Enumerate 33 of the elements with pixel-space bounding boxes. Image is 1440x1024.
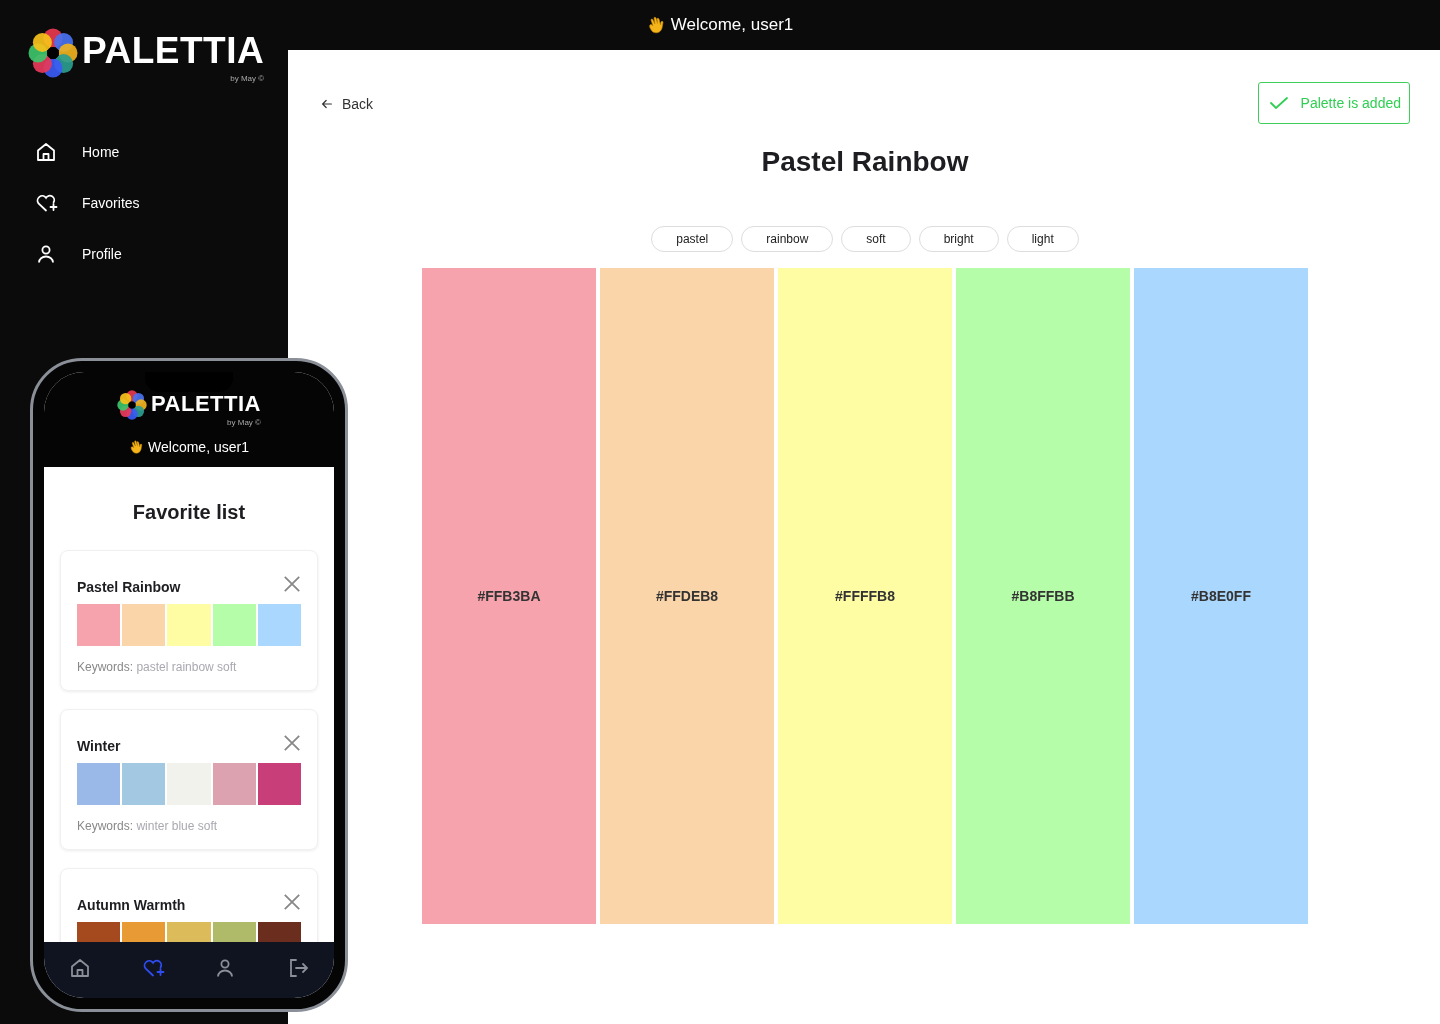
welcome-text: Welcome, user1 bbox=[148, 439, 249, 455]
brand-name: PALETTIA bbox=[151, 390, 261, 418]
home-icon bbox=[34, 140, 58, 164]
palette-name: Winter bbox=[77, 738, 121, 754]
sidebar-item[interactable]: Profile bbox=[28, 242, 128, 266]
flower-logo-icon bbox=[117, 390, 148, 420]
close-icon[interactable] bbox=[283, 575, 301, 593]
palette-name: Pastel Rainbow bbox=[77, 579, 181, 595]
brand-byline: by May © bbox=[227, 418, 261, 427]
sidebar-item[interactable]: Home bbox=[28, 140, 126, 164]
flower-logo-icon bbox=[28, 28, 78, 78]
keywords-text: winter blue soft bbox=[136, 819, 218, 833]
back-link[interactable]: Back bbox=[320, 96, 374, 112]
keywords-label: Keywords: bbox=[77, 819, 134, 833]
hex-code: #FFDEB8 bbox=[655, 588, 719, 604]
hex-code: #FFFFB8 bbox=[835, 588, 895, 604]
welcome-text: Welcome, user1 bbox=[670, 15, 794, 35]
palette-name: Autumn Warmth bbox=[77, 897, 186, 913]
hex-code: #B8FFBB bbox=[1011, 588, 1075, 604]
keywords-text: pastel rainbow soft bbox=[136, 660, 237, 674]
close-icon[interactable] bbox=[283, 893, 301, 911]
hex-code: #B8E0FF bbox=[1191, 588, 1251, 604]
success-toast: Palette is added bbox=[1257, 82, 1410, 124]
palette-title: Pastel Rainbow bbox=[761, 146, 969, 178]
hex-code: #FFB3BA bbox=[477, 588, 541, 604]
waving-hand-icon bbox=[646, 15, 667, 35]
keywords-label: Keywords: bbox=[77, 660, 134, 674]
close-icon[interactable] bbox=[283, 734, 301, 752]
brand-name: PALETTIA bbox=[82, 29, 265, 73]
back-arrow-icon bbox=[320, 97, 334, 111]
brand-byline: by May © bbox=[230, 74, 265, 84]
sidebar-item[interactable]: Favorites bbox=[28, 191, 146, 215]
favorites-heading: Favorite list bbox=[131, 501, 247, 524]
